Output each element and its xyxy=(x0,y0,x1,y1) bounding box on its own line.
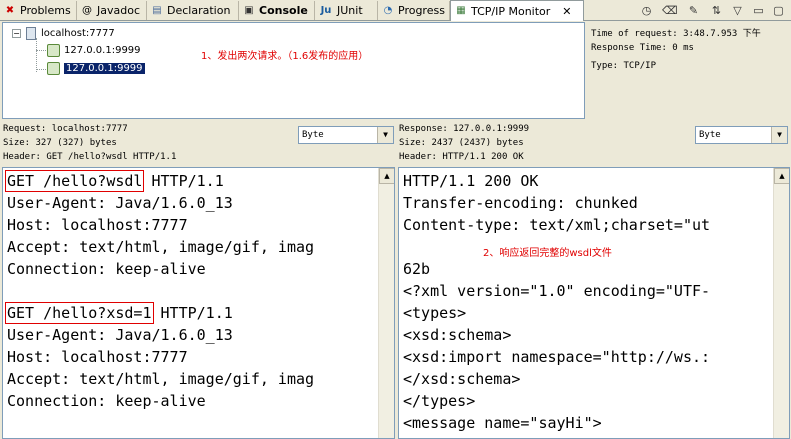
tab-tcpip-monitor[interactable]: ▦ TCP/IP Monitor ✕ xyxy=(450,0,584,21)
response-line: HTTP/1.1 200 OK xyxy=(403,172,539,190)
view-tab-bar: ✖ Problems @ Javadoc ▤ Declaration ▣ Con… xyxy=(0,0,791,21)
request-size: Size: 327 (327) bytes xyxy=(3,138,117,148)
view-menu-icon[interactable]: ▽ xyxy=(730,3,745,18)
request-line: GET /hello?wsdl HTTP/1.1 xyxy=(4,170,314,192)
response-header: Header: HTTP/1.1 200 OK xyxy=(399,152,524,162)
collapse-icon[interactable]: − xyxy=(12,29,21,38)
junit-icon: Ju xyxy=(320,4,332,16)
response-line: <?xml version="1.0" encoding="UTF- xyxy=(403,282,711,300)
response-line: 62b xyxy=(403,260,431,278)
request-header: Header: GET /hello?wsdl HTTP/1.1 xyxy=(3,152,177,162)
request-lines: GET /hello?wsdl HTTP/1.1 User-Agent: Java… xyxy=(4,170,315,412)
scroll-up-icon[interactable]: ▲ xyxy=(774,168,789,184)
tab-label: Javadoc xyxy=(97,4,140,17)
request-line: Connection: keep-alive xyxy=(7,260,206,278)
request-line: Host: localhost:7777 xyxy=(7,348,188,366)
response-title: Response: 127.0.0.1:9999 xyxy=(399,124,530,134)
minimize-icon[interactable]: ▭ xyxy=(751,3,766,18)
tree-node-request-1[interactable]: 127.0.0.1:9999 xyxy=(47,44,141,57)
request-icon xyxy=(47,44,60,57)
request-encoding-select[interactable]: Byte ▼ xyxy=(298,126,394,144)
select-value: Byte xyxy=(302,130,324,140)
progress-icon: ◔ xyxy=(383,4,393,16)
response-lines: HTTP/1.1 200 OK Transfer-encoding: chunke… xyxy=(403,170,710,434)
tab-problems[interactable]: ✖ Problems xyxy=(0,1,77,20)
request-line: Accept: text/html, image/gif, imag xyxy=(7,238,315,256)
tree-node-label: 127.0.0.1:9999 xyxy=(64,45,141,56)
response-line: Content-type: text/xml;charset="ut xyxy=(403,216,711,234)
chevron-down-icon[interactable]: ▼ xyxy=(377,127,393,143)
annotation-requests: 1、发出两次请求。（1.6发布的应用） xyxy=(201,51,369,62)
request-time: Time of request: 3:48.7.953 下午 xyxy=(591,29,761,39)
response-scrollbar[interactable]: ▲ xyxy=(773,168,789,438)
tab-label: TCP/IP Monitor xyxy=(471,4,551,18)
request-line xyxy=(7,280,314,302)
maximize-icon[interactable]: ▢ xyxy=(771,3,786,18)
tab-label: Problems xyxy=(20,4,71,17)
tree-connector xyxy=(36,50,46,51)
response-line: </xsd:schema> xyxy=(403,370,521,388)
tree-connector xyxy=(36,38,37,72)
select-value: Byte xyxy=(699,130,721,140)
annotation-response: 2、响应返回完整的wsdl文件 xyxy=(483,248,612,259)
response-body[interactable]: HTTP/1.1 200 OK Transfer-encoding: chunke… xyxy=(398,167,790,439)
javadoc-icon: @ xyxy=(82,4,92,16)
edit-request-icon[interactable]: ✎ xyxy=(686,3,701,18)
request-icon xyxy=(47,62,60,75)
request-line: User-Agent: Java/1.6.0_13 xyxy=(7,194,233,212)
request-scrollbar[interactable]: ▲ xyxy=(378,168,394,438)
connection-type: Type: TCP/IP xyxy=(591,61,657,71)
request-title: Request: localhost:7777 xyxy=(3,124,128,134)
problems-icon: ✖ xyxy=(5,4,15,16)
request-line-rest: HTTP/1.1 xyxy=(142,172,224,190)
request-body[interactable]: GET /hello?wsdl HTTP/1.1 User-Agent: Java… xyxy=(2,167,395,439)
response-encoding-select[interactable]: Byte ▼ xyxy=(695,126,788,144)
request-line: Host: localhost:7777 xyxy=(7,216,188,234)
response-line: <xsd:import namespace="http://ws.: xyxy=(403,348,711,366)
response-line: <types> xyxy=(403,304,467,322)
sort-icon[interactable]: ⇅ xyxy=(709,3,724,18)
scroll-up-icon[interactable]: ▲ xyxy=(379,168,394,184)
tab-label: Console xyxy=(259,4,308,17)
clear-icon[interactable]: ⌫ xyxy=(662,3,678,18)
declaration-icon: ▤ xyxy=(152,4,162,16)
tab-label: Declaration xyxy=(167,4,231,17)
console-icon: ▣ xyxy=(244,4,254,16)
response-line: </types> xyxy=(403,392,476,410)
tree-node-request-2[interactable]: 127.0.0.1:9999 xyxy=(47,62,146,75)
request-line-highlight: GET /hello?xsd=1 xyxy=(5,302,154,324)
response-line: <xsd:schema> xyxy=(403,326,512,344)
response-time: Response Time: 0 ms xyxy=(591,43,694,53)
chevron-down-icon[interactable]: ▼ xyxy=(771,127,787,143)
request-line: GET /hello?xsd=1 HTTP/1.1 xyxy=(5,302,314,324)
tree-node-label: localhost:7777 xyxy=(41,28,115,39)
tab-label: JUnit xyxy=(337,4,363,17)
tree-node-localhost[interactable]: − localhost:7777 xyxy=(12,27,115,40)
close-tab-icon[interactable]: ✕ xyxy=(562,5,571,18)
request-line-highlight: GET /hello?wsdl xyxy=(4,170,145,192)
response-size: Size: 2437 (2437) bytes xyxy=(399,138,524,148)
request-info: Time of request: 3:48.7.953 下午 Response … xyxy=(589,22,791,119)
tab-declaration[interactable]: ▤ Declaration xyxy=(147,1,239,20)
tab-progress[interactable]: ◔ Progress xyxy=(378,1,450,20)
tab-console[interactable]: ▣ Console xyxy=(239,1,315,20)
response-line: Transfer-encoding: chunked xyxy=(403,194,638,212)
clock-icon[interactable]: ◷ xyxy=(639,3,654,18)
request-line-rest: HTTP/1.1 xyxy=(151,304,233,322)
tcpip-monitor-icon: ▦ xyxy=(456,5,466,16)
tab-label: Progress xyxy=(398,4,445,17)
host-icon xyxy=(26,27,36,40)
tab-javadoc[interactable]: @ Javadoc xyxy=(77,1,147,20)
tree-node-label: 127.0.0.1:9999 xyxy=(63,62,146,75)
request-line: User-Agent: Java/1.6.0_13 xyxy=(7,326,233,344)
tree-connector xyxy=(36,69,46,70)
request-line: Connection: keep-alive xyxy=(7,392,206,410)
response-line: <message name="sayHi"> xyxy=(403,414,602,432)
request-tree: − localhost:7777 127.0.0.1:9999 127.0.0.… xyxy=(2,22,585,119)
request-line: Accept: text/html, image/gif, imag xyxy=(7,370,315,388)
tab-junit[interactable]: Ju JUnit xyxy=(315,1,378,20)
